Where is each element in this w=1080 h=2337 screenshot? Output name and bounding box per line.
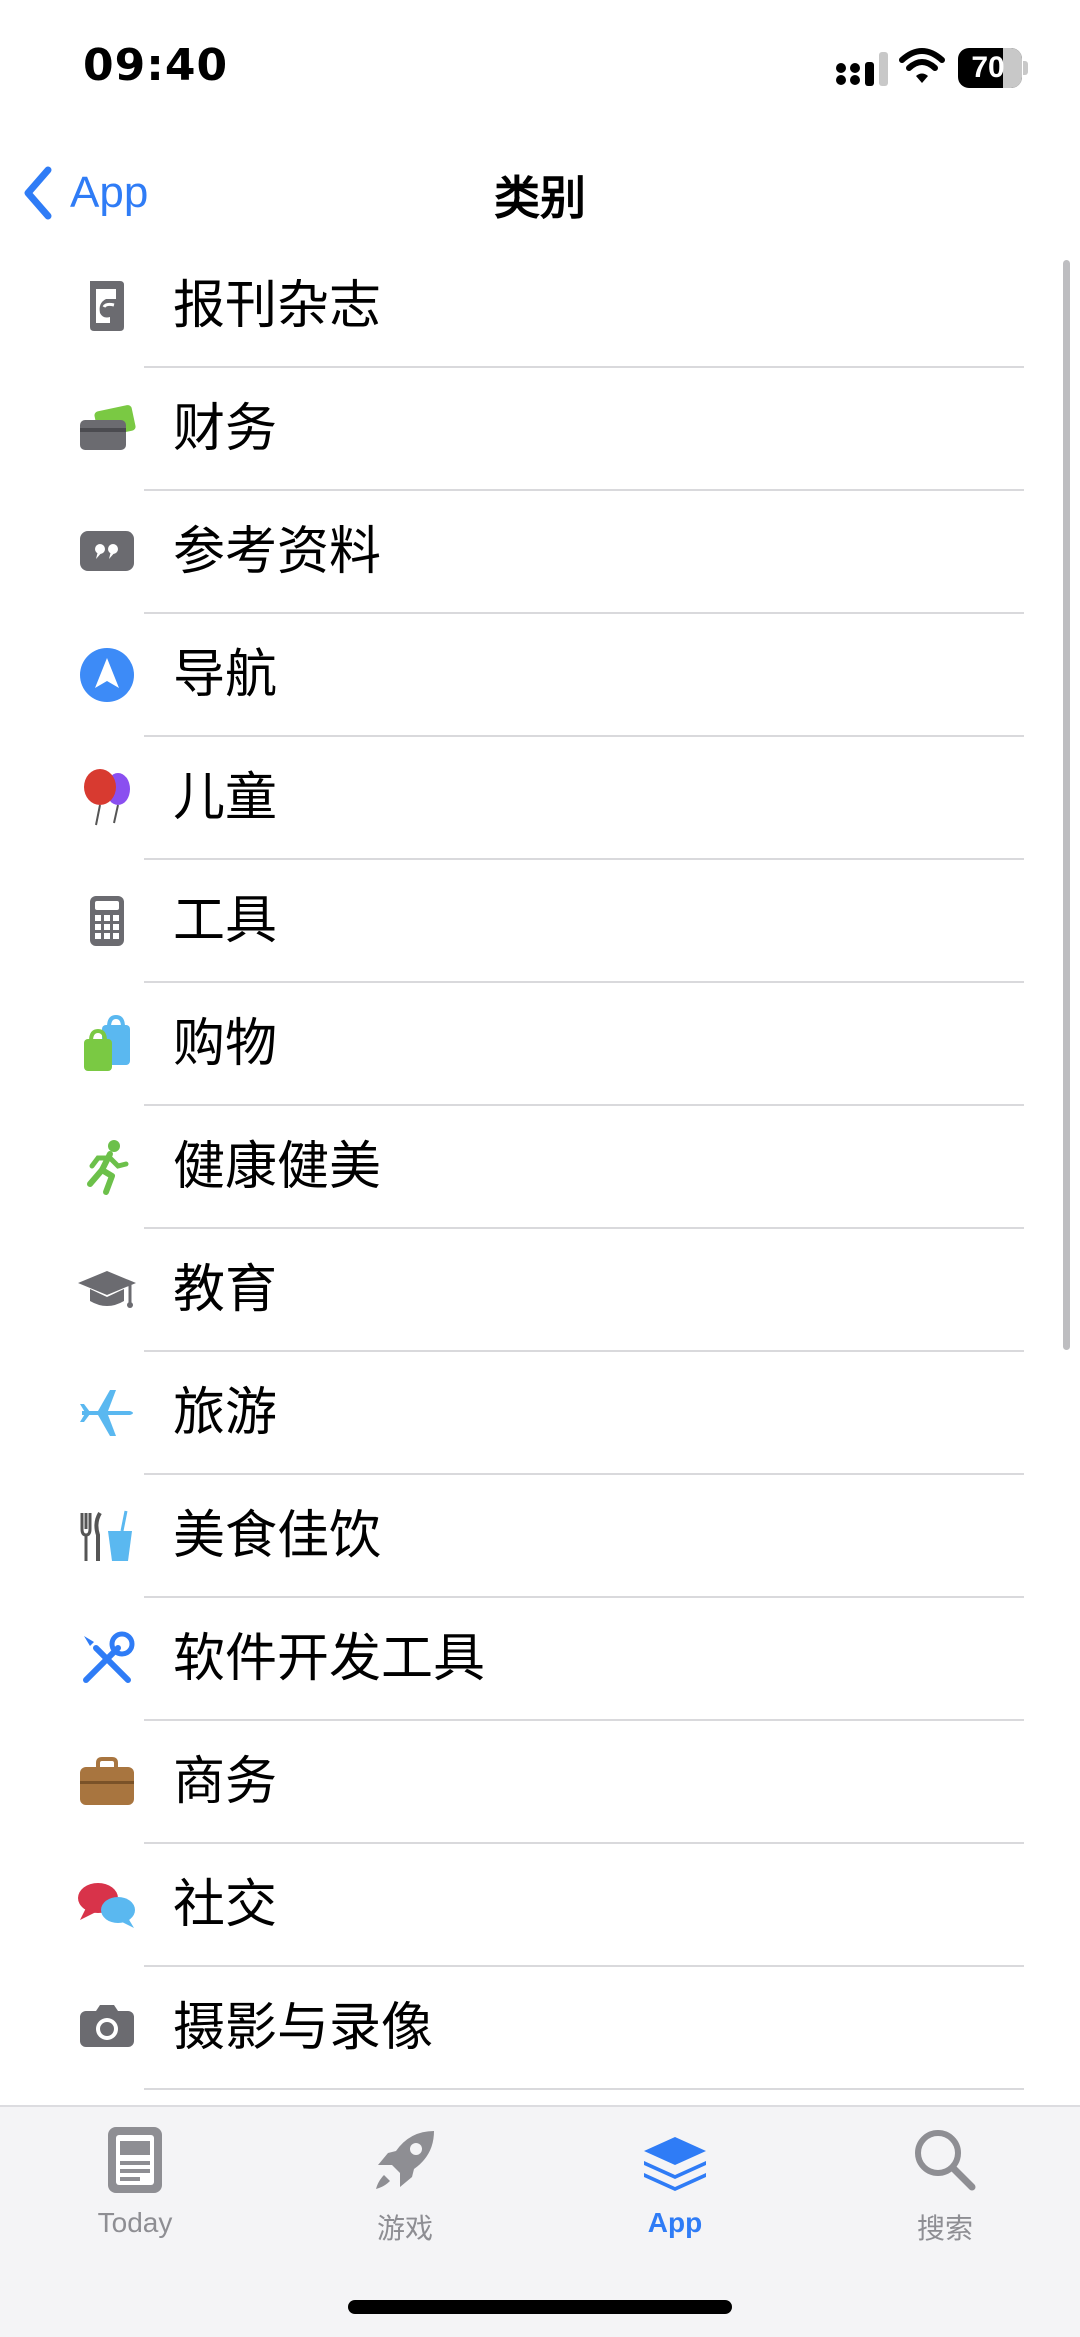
camera-icon — [80, 2005, 134, 2047]
battery-percentage: 70 — [971, 51, 1005, 84]
app-stack-icon — [644, 2137, 706, 2191]
category-item[interactable]: 工具 — [0, 860, 1080, 983]
category-list[interactable]: 报刊杂志 财务 参考资料 导航 儿童 工具 购物 健康健美 教育 旅游 美食佳饮… — [0, 245, 1080, 2105]
category-item[interactable]: 软件开发工具 — [0, 1598, 1080, 1721]
category-item[interactable]: 财务 — [0, 368, 1080, 491]
category-label: 商务 — [173, 1752, 278, 1812]
wifi-icon — [899, 48, 945, 83]
category-label: 报刊杂志 — [173, 276, 382, 336]
category-label: 财务 — [173, 399, 278, 459]
category-label: 导航 — [173, 645, 278, 705]
category-label: 软件开发工具 — [173, 1629, 486, 1689]
wrench-screwdriver-icon — [83, 1631, 135, 1683]
quote-icon — [80, 531, 134, 571]
category-item[interactable]: 摄影与录像 — [0, 1967, 1080, 2090]
category-label: 购物 — [173, 1014, 278, 1074]
category-item[interactable]: 健康健美 — [0, 1106, 1080, 1229]
category-item[interactable]: 购物 — [0, 983, 1080, 1106]
category-label: 工具 — [173, 891, 278, 951]
navigation-bar: App 类别 — [0, 140, 1080, 245]
battery-indicator: 70 — [958, 48, 1028, 88]
category-label: 教育 — [173, 1260, 278, 1320]
tab-label: Today — [97, 2207, 173, 2238]
running-icon — [87, 1140, 129, 1195]
category-label: 健康健美 — [173, 1137, 382, 1197]
briefcase-icon — [80, 1757, 134, 1805]
tab-search[interactable]: 搜索 — [810, 2107, 1080, 2267]
category-label: 旅游 — [173, 1383, 278, 1443]
category-label: 社交 — [173, 1875, 278, 1935]
chat-bubbles-icon — [78, 1883, 135, 1928]
category-item[interactable]: 教育 — [0, 1229, 1080, 1352]
tab-label: 搜索 — [916, 2213, 973, 2244]
status-time: 09:40 — [83, 40, 229, 91]
category-item[interactable]: 旅游 — [0, 1352, 1080, 1475]
category-label: 美食佳饮 — [173, 1506, 382, 1566]
airplane-icon — [80, 1390, 133, 1436]
category-item[interactable]: 儿童 — [0, 737, 1080, 860]
cellular-signal-icon — [836, 52, 888, 86]
food-drink-icon — [80, 1510, 132, 1561]
category-label: 儿童 — [173, 768, 278, 828]
calculator-icon — [90, 896, 124, 946]
category-item[interactable]: 报刊杂志 — [0, 245, 1080, 368]
category-item[interactable]: 美食佳饮 — [0, 1475, 1080, 1598]
category-item[interactable]: 参考资料 — [0, 491, 1080, 614]
search-icon — [915, 2130, 976, 2191]
rocket-icon — [376, 2131, 434, 2189]
tab-label: App — [647, 2207, 703, 2238]
graduation-cap-icon — [78, 1271, 136, 1308]
tab-games[interactable]: 游戏 — [270, 2107, 540, 2267]
category-item[interactable]: 社交 — [0, 1844, 1080, 1967]
scrollbar[interactable] — [1063, 260, 1070, 1350]
category-label: 参考资料 — [173, 522, 382, 582]
category-item[interactable]: 商务 — [0, 1721, 1080, 1844]
finance-icon — [80, 405, 136, 450]
category-label: 摄影与录像 — [173, 1998, 434, 2058]
category-item[interactable]: 导航 — [0, 614, 1080, 737]
category-item[interactable]: 生活 — [0, 2090, 1080, 2105]
newspaper-icon — [90, 281, 124, 331]
tab-today[interactable]: Today — [0, 2107, 270, 2267]
tab-label: 游戏 — [376, 2213, 433, 2244]
tab-app[interactable]: App — [540, 2107, 810, 2267]
shopping-bag-icon — [84, 1014, 130, 1071]
status-bar: 09:40 70 — [0, 0, 1080, 140]
balloon-icon — [84, 769, 130, 826]
navigation-icon — [80, 648, 134, 702]
today-icon — [108, 2127, 162, 2193]
page-title: 类别 — [494, 171, 586, 225]
home-indicator[interactable] — [348, 2300, 732, 2314]
